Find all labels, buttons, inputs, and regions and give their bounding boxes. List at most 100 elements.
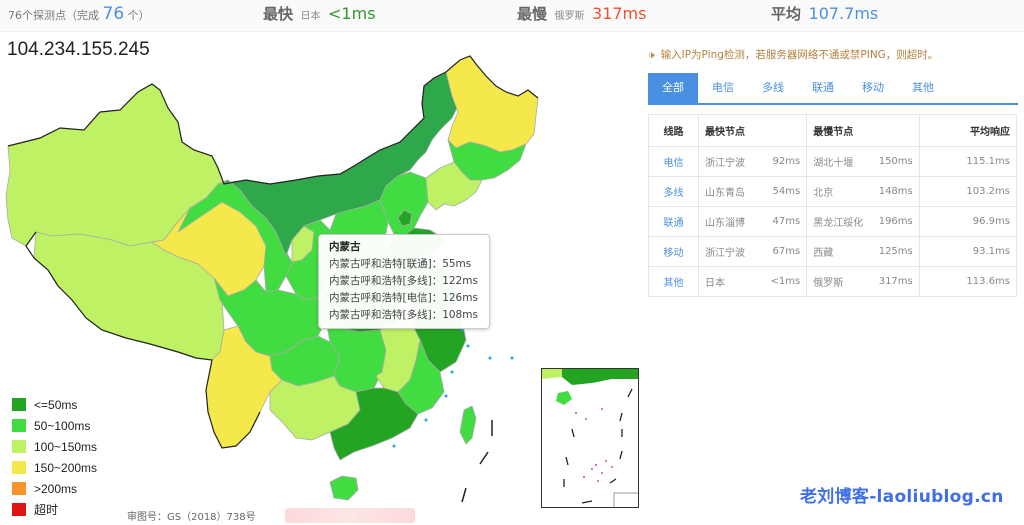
tab-telecom[interactable]: 电信	[698, 73, 748, 103]
legend-item[interactable]: <=50ms	[12, 394, 97, 415]
header-slowest: 最慢节点	[806, 114, 920, 147]
line-type[interactable]: 联通	[648, 206, 699, 237]
line-type[interactable]: 电信	[648, 146, 699, 177]
fastest-ms: 54ms	[764, 176, 808, 207]
legend-item[interactable]: 超时	[12, 499, 97, 520]
tooltip-line: 内蒙古呼和浩特[联通]：55ms	[329, 258, 472, 270]
legend-swatch	[12, 461, 26, 474]
probe-count-prefix: 76个探测点（完成	[8, 9, 99, 22]
province-hainan[interactable]	[329, 475, 359, 501]
legend-swatch	[12, 503, 26, 516]
tooltip-line: 内蒙古呼和浩特[多线]：108ms	[329, 309, 478, 321]
fastest-city: 浙江宁波	[698, 146, 765, 177]
slowest-city: 北京	[806, 176, 873, 207]
slowest-ms: 150ms	[872, 146, 920, 177]
speaker-icon: 🕩	[648, 49, 655, 61]
fastest-ms: 47ms	[764, 206, 808, 237]
legend-item[interactable]: 150~200ms	[12, 457, 97, 478]
legend-swatch	[12, 398, 26, 411]
province-heilongjiang[interactable]	[445, 55, 539, 153]
average-ms: 113.6ms	[918, 266, 1018, 297]
province-taiwan[interactable]	[459, 405, 477, 445]
slowest-stat: 最慢 俄罗斯 317ms	[517, 0, 646, 32]
tab-other[interactable]: 其他	[898, 73, 948, 103]
notice-text: 输入IP为Ping检测，若服务器网络不通或禁PING，则超时。	[660, 49, 939, 61]
legend-item[interactable]: >200ms	[12, 478, 97, 499]
fastest-city: 日本	[698, 266, 765, 297]
line-type[interactable]: 多线	[648, 176, 699, 207]
legend-label: >200ms	[34, 481, 78, 496]
average-label: 平均	[771, 5, 802, 23]
fastest-ms: 92ms	[764, 146, 808, 177]
map-approval-number: 审图号：GS（2018）738号	[127, 512, 256, 523]
slowest-ms: 125ms	[872, 236, 920, 267]
line-type[interactable]: 移动	[648, 236, 699, 267]
table-row: 联通 山东淄博 47ms 黑龙江绥化 196ms 96.9ms	[648, 206, 1018, 237]
tooltip-title: 内蒙古	[329, 241, 361, 253]
average-ms: 115.1ms	[918, 146, 1018, 177]
legend-swatch	[12, 419, 26, 432]
table-header-row: 线路 最快节点 最慢节点 平均响应	[648, 114, 1018, 147]
average-stat: 平均 107.7ms	[771, 0, 878, 32]
line-type[interactable]: 其他	[648, 266, 699, 297]
ping-notice: 🕩 输入IP为Ping检测，若服务器网络不通或禁PING，则超时。	[648, 47, 938, 62]
slowest-ms: 196ms	[872, 206, 920, 237]
summary-bar: 76个探测点（完成 76 个） 最快 日本 <1ms 最慢 俄罗斯 317ms …	[0, 0, 1024, 32]
province-tooltip: 内蒙古 内蒙古呼和浩特[联通]：55ms 内蒙古呼和浩特[多线]：122ms 内…	[318, 234, 490, 329]
redacted-text	[285, 508, 415, 523]
slowest-ms: 148ms	[872, 176, 920, 207]
south-china-sea-inset	[541, 368, 639, 508]
probe-count-done: 76	[102, 4, 125, 24]
average-ms: 93.1ms	[918, 236, 1018, 267]
tab-unicom[interactable]: 联通	[798, 73, 848, 103]
header-fastest: 最快节点	[697, 114, 808, 147]
legend-label: <=50ms	[34, 397, 78, 412]
slowest-location: 俄罗斯	[554, 11, 585, 22]
fastest-city: 山东青岛	[698, 176, 765, 207]
table-row: 电信 浙江宁波 92ms 湖北十堰 150ms 115.1ms	[648, 146, 1018, 177]
legend-item[interactable]: 100~150ms	[12, 436, 97, 457]
tooltip-line: 内蒙古呼和浩特[电信]：126ms	[329, 292, 478, 304]
table-row: 移动 浙江宁波 67ms 西藏 125ms 93.1ms	[648, 236, 1018, 267]
fastest-label: 最快	[263, 5, 294, 23]
header-average: 平均响应	[918, 114, 1018, 147]
tab-all[interactable]: 全部	[648, 73, 698, 103]
slowest-ms: 317ms	[872, 266, 920, 297]
table-row: 多线 山东青岛 54ms 北京 148ms 103.2ms	[648, 176, 1018, 207]
probe-count-suffix: 个）	[127, 9, 150, 22]
legend-swatch	[12, 482, 26, 495]
slowest-city: 湖北十堰	[806, 146, 873, 177]
line-type-tabs: 全部 电信 多线 联通 移动 其他	[648, 73, 1018, 105]
inset-map	[542, 369, 638, 507]
table-row: 其他 日本 <1ms 俄罗斯 317ms 113.6ms	[648, 266, 1018, 297]
line-results-table: 线路 最快节点 最慢节点 平均响应 电信 浙江宁波 92ms 湖北十堰 150m…	[648, 114, 1018, 297]
watermark: 老刘博客-laoliublog.cn	[800, 487, 1004, 507]
header-line: 线路	[648, 114, 699, 147]
map-legend: <=50ms 50~100ms 100~150ms 150~200ms >200…	[12, 394, 97, 520]
tab-multiline[interactable]: 多线	[748, 73, 798, 103]
legend-label: 超时	[34, 503, 59, 517]
legend-label: 150~200ms	[34, 460, 98, 475]
slowest-value: 317ms	[592, 4, 647, 23]
slowest-label: 最慢	[517, 5, 548, 23]
slowest-city: 西藏	[806, 236, 873, 267]
average-ms: 103.2ms	[918, 176, 1018, 207]
slowest-city: 黑龙江绥化	[806, 206, 873, 237]
tooltip-line: 内蒙古呼和浩特[多线]：122ms	[329, 275, 478, 287]
slowest-city: 俄罗斯	[806, 266, 873, 297]
average-ms: 96.9ms	[918, 206, 1018, 237]
fastest-ms: <1ms	[764, 266, 808, 297]
fastest-location: 日本	[300, 11, 321, 22]
fastest-city: 山东淄博	[698, 206, 765, 237]
legend-label: 50~100ms	[34, 418, 91, 433]
legend-label: 100~150ms	[34, 439, 98, 454]
fastest-stat: 最快 日本 <1ms	[263, 0, 376, 32]
fastest-city: 浙江宁波	[698, 236, 765, 267]
probe-count: 76个探测点（完成 76 个）	[8, 0, 150, 32]
average-value: 107.7ms	[808, 4, 879, 23]
fastest-value: <1ms	[328, 4, 376, 23]
fastest-ms: 67ms	[764, 236, 808, 267]
tab-mobile[interactable]: 移动	[848, 73, 898, 103]
legend-swatch	[12, 440, 26, 453]
legend-item[interactable]: 50~100ms	[12, 415, 97, 436]
